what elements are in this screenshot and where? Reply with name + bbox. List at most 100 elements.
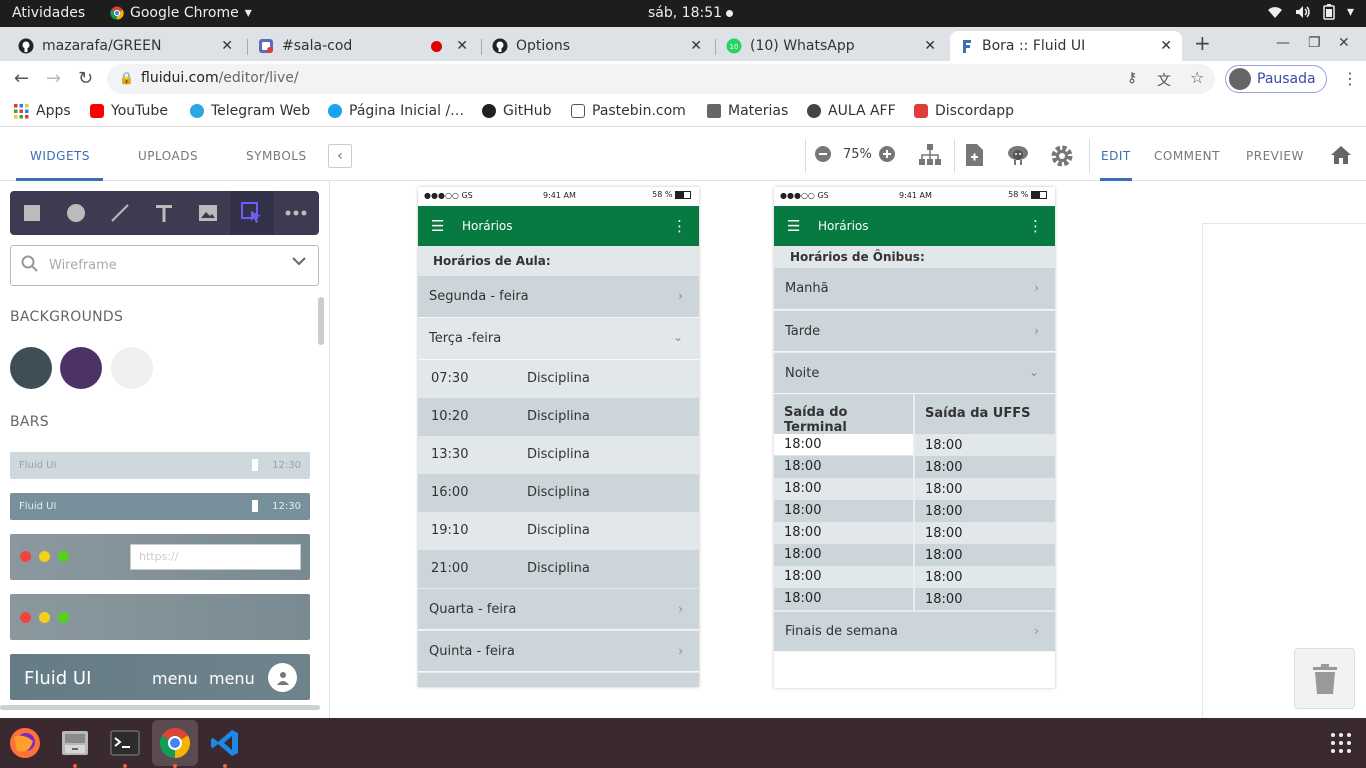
list-item-finais-de-semana[interactable]: Finais de semana › xyxy=(774,610,1055,652)
close-icon[interactable]: ✕ xyxy=(456,38,468,54)
address-bar[interactable]: 🔒 fluidui.com/editor/live/ ⚷ 文 ☆ xyxy=(107,64,1215,94)
system-tray[interactable]: ▾ xyxy=(1267,4,1354,20)
tab-whatsapp[interactable]: 10 (10) WhatsApp ✕ xyxy=(716,31,946,61)
activities-button[interactable]: Atividades xyxy=(12,5,85,21)
background-swatch-purple[interactable] xyxy=(60,347,102,389)
bookmark-discordapp[interactable]: Discordapp xyxy=(914,103,1014,119)
circle-tool[interactable] xyxy=(54,191,98,235)
browser-bar-widget[interactable]: https:// xyxy=(10,534,310,580)
zoom-in-icon[interactable] xyxy=(878,145,896,168)
translate-icon[interactable]: 文 xyxy=(1157,70,1171,90)
panel-scrollbar[interactable] xyxy=(318,297,324,345)
terminal-launcher[interactable] xyxy=(108,726,142,760)
list-item-noite[interactable]: Noite ⌄ xyxy=(774,352,1055,394)
kebab-menu-icon[interactable]: ⋮ xyxy=(1342,69,1358,88)
tab-title: Bora :: Fluid UI xyxy=(982,38,1086,54)
vscode-launcher[interactable] xyxy=(208,726,242,760)
table-row: 18:00 xyxy=(915,478,1055,500)
bookmark-pastebin[interactable]: Pastebin.com xyxy=(571,103,686,119)
design-canvas[interactable]: ●●●○○ GS 9:41 AM 58 % ☰ Horários ⋮ Horár… xyxy=(330,181,1366,718)
app-menu[interactable]: Google Chrome ▾ xyxy=(110,5,252,21)
tab-uploads[interactable]: UPLOADS xyxy=(138,149,198,163)
chevron-down-icon: ⌄ xyxy=(1028,365,1039,379)
new-tab-icon[interactable]: + xyxy=(1194,31,1211,55)
select-tool[interactable] xyxy=(230,191,274,235)
close-icon[interactable]: ✕ xyxy=(1160,38,1172,54)
tab-sala-cod[interactable]: #sala-cod ✕ xyxy=(248,31,478,61)
collapse-panel-button[interactable]: ‹ xyxy=(328,144,352,168)
hamburger-menu-icon[interactable]: ☰ xyxy=(431,217,444,235)
close-icon[interactable]: ✕ xyxy=(690,38,702,54)
firefox-launcher[interactable] xyxy=(8,726,42,760)
list-item-terca[interactable]: Terça -feira ⌄ xyxy=(418,318,699,360)
close-icon[interactable]: ✕ xyxy=(924,38,936,54)
table-cell: 18:00 xyxy=(784,569,822,584)
show-applications-button[interactable] xyxy=(1324,726,1358,760)
mode-edit[interactable]: EDIT xyxy=(1101,149,1131,163)
bookmark-apps[interactable]: Apps xyxy=(14,103,71,119)
bookmark-github[interactable]: GitHub xyxy=(482,103,552,119)
rectangle-tool[interactable] xyxy=(10,191,54,235)
list-item-partial[interactable] xyxy=(418,672,699,687)
tab-widgets[interactable]: WIDGETS xyxy=(30,149,90,163)
panel-horizontal-scrollbar[interactable] xyxy=(0,705,320,710)
list-item-segunda[interactable]: Segunda - feira › xyxy=(418,276,699,318)
close-icon[interactable]: ✕ xyxy=(221,38,233,54)
list-item-manha[interactable]: Manhã › xyxy=(774,268,1055,310)
fluid-icon xyxy=(963,40,971,53)
sitemap-icon[interactable] xyxy=(918,143,942,172)
forward-icon[interactable]: → xyxy=(46,68,61,89)
tab-mazarafa-green[interactable]: mazarafa/GREEN ✕ xyxy=(8,31,243,61)
hamburger-menu-icon[interactable]: ☰ xyxy=(787,217,800,235)
add-page-icon[interactable] xyxy=(964,143,984,172)
bookmark-twitter[interactable]: Página Inicial /… xyxy=(328,103,464,119)
back-icon[interactable]: ← xyxy=(14,68,29,89)
tab-bora-fluid-ui[interactable]: Bora :: Fluid UI ✕ xyxy=(950,31,1182,61)
files-launcher[interactable] xyxy=(58,726,92,760)
mode-comment[interactable]: COMMENT xyxy=(1154,149,1220,163)
restore-icon[interactable]: ❐ xyxy=(1308,35,1321,51)
text-tool[interactable] xyxy=(142,191,186,235)
image-icon xyxy=(199,205,217,221)
home-icon[interactable] xyxy=(1330,145,1352,170)
background-swatch-slate[interactable] xyxy=(10,347,52,389)
trash-button[interactable] xyxy=(1294,648,1355,709)
share-sheep-icon[interactable] xyxy=(1006,144,1030,171)
schedule-time: 19:10 xyxy=(431,523,469,538)
bar-widget-light[interactable]: Fluid UI 12:30 xyxy=(10,452,310,479)
chrome-launcher[interactable] xyxy=(158,726,192,760)
line-tool[interactable] xyxy=(98,191,142,235)
background-swatch-light[interactable] xyxy=(111,347,153,389)
list-item-tarde[interactable]: Tarde › xyxy=(774,310,1055,352)
kebab-menu-icon[interactable]: ⋮ xyxy=(1028,217,1043,235)
app-bar-widget[interactable]: Fluid UI menu menu xyxy=(10,654,310,700)
tab-symbols[interactable]: SYMBOLS xyxy=(246,149,307,163)
zoom-out-icon[interactable] xyxy=(814,145,832,168)
more-tools[interactable] xyxy=(274,191,318,235)
mode-preview[interactable]: PREVIEW xyxy=(1246,149,1304,163)
bookmark-materias[interactable]: Materias xyxy=(707,103,788,119)
key-icon[interactable]: ⚷ xyxy=(1127,70,1137,86)
bookmark-youtube[interactable]: YouTube xyxy=(90,103,168,119)
list-item-quarta[interactable]: Quarta - feira › xyxy=(418,588,699,630)
close-window-icon[interactable]: ✕ xyxy=(1338,35,1350,51)
window-bar-widget[interactable] xyxy=(10,594,310,640)
bookmark-telegram[interactable]: Telegram Web xyxy=(190,103,310,119)
discord-icon xyxy=(914,104,928,118)
bookmark-aula-aff[interactable]: AULA AFF xyxy=(807,103,896,119)
phone-screen-onibus[interactable]: ●●●○○ GS 9:41 AM 58 % ☰ Horários ⋮ Horár… xyxy=(774,187,1055,688)
reload-icon[interactable]: ↻ xyxy=(78,68,93,89)
image-tool[interactable] xyxy=(186,191,230,235)
minimize-icon[interactable]: — xyxy=(1276,35,1290,51)
kebab-menu-icon[interactable]: ⋮ xyxy=(672,217,687,235)
table-row: 18:00 xyxy=(915,588,1055,610)
widget-library-select[interactable]: Wireframe xyxy=(10,245,319,286)
list-item-quinta[interactable]: Quinta - feira › xyxy=(418,630,699,672)
phone-screen-aulas[interactable]: ●●●○○ GS 9:41 AM 58 % ☰ Horários ⋮ Horár… xyxy=(418,187,699,687)
profile-button[interactable]: Pausada xyxy=(1225,65,1327,93)
gear-icon[interactable] xyxy=(1050,144,1074,173)
clock[interactable]: sáb, 18:51 xyxy=(648,5,734,21)
bar-widget-dark[interactable]: Fluid UI 12:30 xyxy=(10,493,310,520)
tab-options[interactable]: Options ✕ xyxy=(482,31,712,61)
star-icon[interactable]: ☆ xyxy=(1190,68,1204,87)
